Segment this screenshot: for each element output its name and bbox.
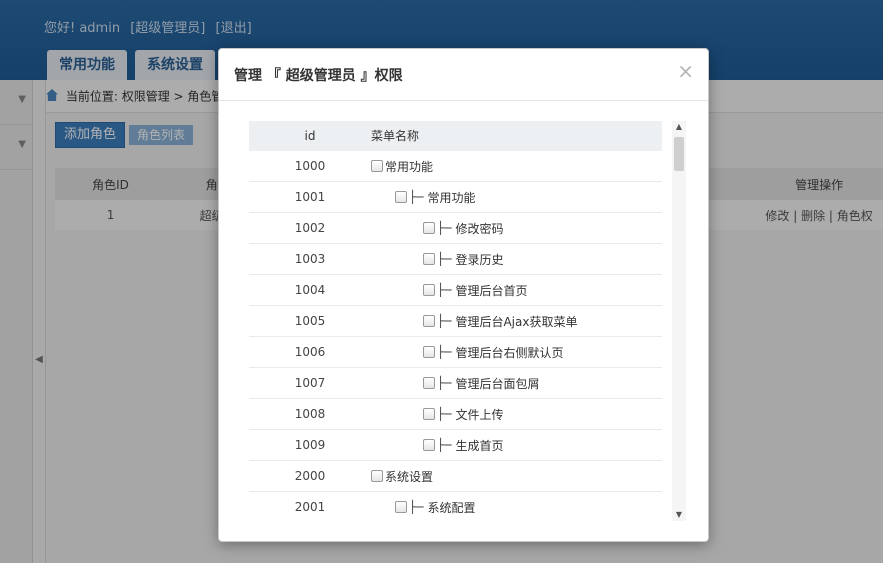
menu-rows: 1000 常用功能 1001 ├─ 常用功能 1002 ├─ 修改密码 1003 ├─ 登录历史 10…	[249, 151, 662, 521]
menu-name-cell: ├─ 常用功能	[371, 182, 475, 212]
menu-id: 1003	[294, 252, 326, 266]
list-item: 1008 ├─ 文件上传	[249, 399, 662, 430]
menu-name-cell: ├─ 管理后台右侧默认页	[371, 337, 563, 367]
menu-id: 1002	[294, 221, 326, 235]
tree-branch-icon: ├─	[437, 407, 452, 421]
permission-checkbox[interactable]	[395, 501, 407, 513]
menu-name-label: 生成首页	[455, 438, 504, 453]
list-item: 1000 常用功能	[249, 151, 662, 182]
list-item: 1002 ├─ 修改密码	[249, 213, 662, 244]
permission-checkbox[interactable]	[423, 408, 435, 420]
menu-table-header: id 菜单名称	[249, 121, 662, 151]
menu-name-cell: ├─ 管理后台Ajax获取菜单	[371, 306, 577, 336]
list-item: 1005 ├─ 管理后台Ajax获取菜单	[249, 306, 662, 337]
menu-id: 1004	[294, 283, 326, 297]
scrollbar-thumb[interactable]	[674, 137, 684, 171]
menu-name-cell: ├─ 生成首页	[371, 430, 503, 460]
menu-id: 1006	[294, 345, 326, 359]
tree-branch-icon: ├─	[437, 252, 452, 266]
menu-name-cell: ├─ 管理后台首页	[371, 275, 527, 305]
menu-id: 2001	[294, 500, 326, 514]
column-header-id: id	[304, 129, 316, 143]
permission-checkbox[interactable]	[423, 439, 435, 451]
menu-name-cell: ├─ 修改密码	[371, 213, 503, 243]
menu-name-label: 系统设置	[385, 469, 434, 484]
list-item: 1001 ├─ 常用功能	[249, 182, 662, 213]
list-item: 2000 系统设置	[249, 461, 662, 492]
scrollbar[interactable]: ▲ ▼	[672, 121, 686, 521]
scroll-up-icon[interactable]: ▲	[672, 121, 686, 133]
permission-checkbox[interactable]	[423, 315, 435, 327]
menu-name-cell: ├─ 登录历史	[371, 244, 503, 274]
list-item: 1007 ├─ 管理后台面包屑	[249, 368, 662, 399]
list-item: 1003 ├─ 登录历史	[249, 244, 662, 275]
tree-branch-icon: ├─	[437, 314, 452, 328]
menu-name-label: 管理后台Ajax获取菜单	[455, 314, 578, 329]
scroll-down-icon[interactable]: ▼	[672, 509, 686, 521]
permission-dialog: 管理 『 超级管理员 』权限 × id 菜单名称 1000 常用功能 1001 ├─ 常…	[218, 48, 709, 542]
tree-branch-icon: ├─	[437, 345, 452, 359]
tree-branch-icon: ├─	[409, 500, 424, 514]
column-header-menu-name: 菜单名称	[371, 129, 420, 143]
dialog-title: 管理 『 超级管理员 』权限	[234, 68, 403, 84]
menu-id: 1000	[294, 159, 326, 173]
menu-id: 1007	[294, 376, 326, 390]
menu-name-label: 常用功能	[427, 190, 476, 205]
menu-name-label: 管理后台首页	[455, 283, 528, 298]
list-item: 1009 ├─ 生成首页	[249, 430, 662, 461]
menu-id: 2000	[294, 469, 326, 483]
menu-id: 1001	[294, 190, 326, 204]
menu-permission-list: id 菜单名称 1000 常用功能 1001 ├─ 常用功能 1002 ├─ 修改密码 1003…	[249, 121, 662, 521]
menu-name-label: 修改密码	[455, 221, 504, 236]
list-item: 2001 ├─ 系统配置	[249, 492, 662, 521]
list-item: 1006 ├─ 管理后台右侧默认页	[249, 337, 662, 368]
tree-branch-icon: ├─	[437, 221, 452, 235]
permission-checkbox[interactable]	[423, 253, 435, 265]
menu-name-label: 常用功能	[385, 159, 434, 174]
close-icon[interactable]: ×	[677, 61, 694, 81]
list-item: 1004 ├─ 管理后台首页	[249, 275, 662, 306]
menu-id: 1009	[294, 438, 326, 452]
dialog-header: 管理 『 超级管理员 』权限 ×	[219, 49, 708, 101]
menu-name-label: 文件上传	[455, 407, 504, 422]
tree-branch-icon: ├─	[437, 438, 452, 452]
tree-branch-icon: ├─	[437, 283, 452, 297]
menu-name-cell: ├─ 管理后台面包屑	[371, 368, 539, 398]
permission-checkbox[interactable]	[423, 222, 435, 234]
menu-name-label: 登录历史	[455, 252, 504, 267]
tree-branch-icon: ├─	[437, 376, 452, 390]
tree-branch-icon: ├─	[409, 190, 424, 204]
menu-name-label: 管理后台右侧默认页	[455, 345, 564, 360]
menu-name-cell: ├─ 系统配置	[371, 492, 475, 521]
menu-id: 1008	[294, 407, 326, 421]
menu-id: 1005	[294, 314, 326, 328]
permission-checkbox[interactable]	[371, 470, 383, 482]
permission-checkbox[interactable]	[423, 377, 435, 389]
permission-checkbox[interactable]	[423, 284, 435, 296]
permission-checkbox[interactable]	[371, 160, 383, 172]
menu-name-cell: 系统设置	[371, 461, 433, 491]
menu-name-cell: ├─ 文件上传	[371, 399, 503, 429]
permission-checkbox[interactable]	[395, 191, 407, 203]
menu-name-label: 管理后台面包屑	[455, 376, 540, 391]
menu-name-cell: 常用功能	[371, 151, 433, 181]
permission-checkbox[interactable]	[423, 346, 435, 358]
menu-name-label: 系统配置	[427, 500, 476, 515]
